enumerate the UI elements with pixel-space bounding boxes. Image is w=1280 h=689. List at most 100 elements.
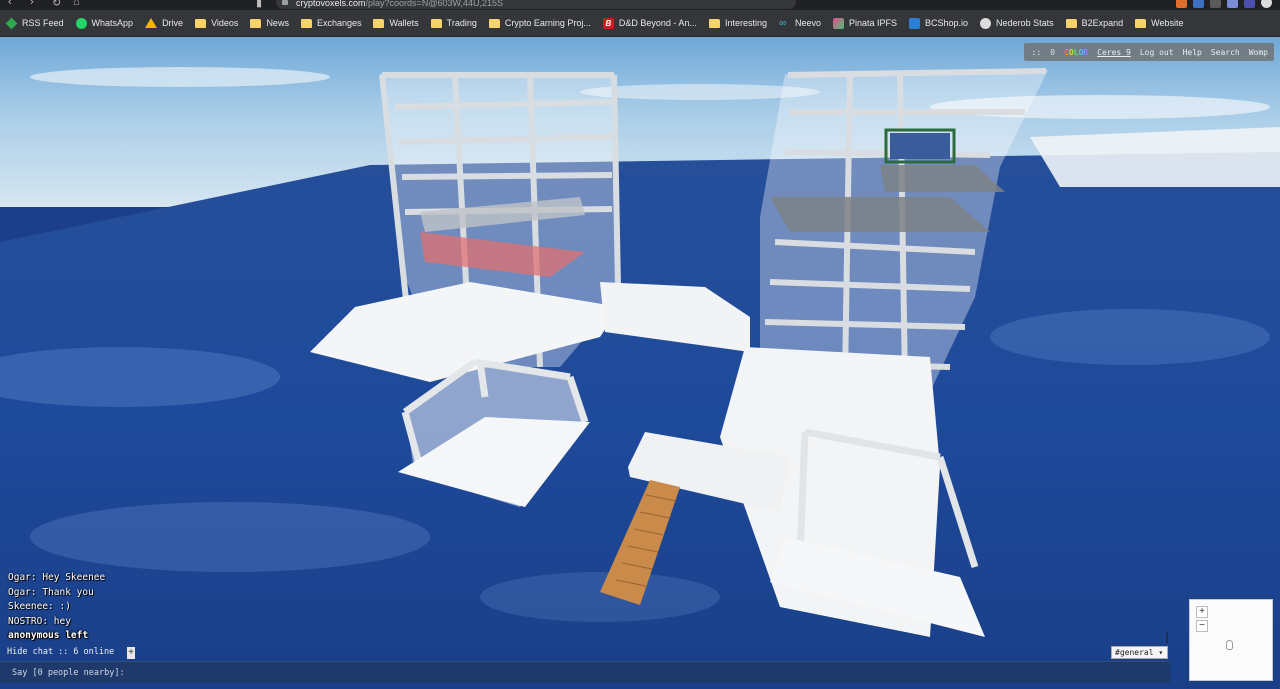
extension-icon[interactable]: [1193, 0, 1204, 8]
drive-icon: [145, 18, 158, 28]
online-count: 6 online: [73, 647, 115, 657]
folder-icon: [250, 18, 262, 28]
bookmark-neevo[interactable]: ∞ Neevo: [773, 10, 827, 36]
bookmark-news[interactable]: News: [244, 10, 295, 36]
chat-message: NOSTRO: hey: [8, 615, 71, 627]
chat-log: Ogar: Hey Skeenee Ogar: Thank you Skeene…: [8, 571, 105, 644]
folder-icon: [708, 18, 720, 28]
cloud: [30, 67, 330, 87]
bookmark-label: Wallets: [389, 18, 419, 28]
url-path: /play?coords=N@603W,44U,215S: [365, 0, 503, 8]
chat-separator: ::: [58, 647, 69, 657]
pinata-icon: [832, 17, 844, 29]
browser-toolbar: ‹ › ↻ ⌂ ▮ cryptovoxels.com/play?coords=N…: [0, 0, 1280, 10]
bookmark-exchanges[interactable]: Exchanges: [295, 10, 368, 36]
bookmark-videos[interactable]: Videos: [189, 10, 244, 36]
channel-select[interactable]: #general ▾: [1111, 646, 1168, 659]
forward-icon[interactable]: ›: [30, 0, 34, 8]
help-link[interactable]: Help: [1183, 48, 1202, 57]
logout-link[interactable]: Log out: [1140, 48, 1174, 57]
extension-icon[interactable]: [1176, 0, 1187, 8]
bookmark-label: Exchanges: [316, 18, 362, 28]
minimap[interactable]: + −: [1189, 599, 1273, 681]
menu-handle[interactable]: ::: [1032, 48, 1042, 57]
monitor-screen: [890, 133, 950, 159]
water-highlight: [990, 309, 1270, 365]
bookmark-wallets[interactable]: Wallets: [367, 10, 424, 36]
bookmark-drive[interactable]: Drive: [139, 10, 189, 36]
channel-value: #general: [1115, 648, 1154, 657]
bookmark-label: D&D Beyond - An...: [618, 18, 697, 28]
search-link[interactable]: Search: [1211, 48, 1240, 57]
bookmark-dnd-beyond[interactable]: B D&D Beyond - An...: [597, 10, 703, 36]
bookmark-pinata[interactable]: Pinata IPFS: [827, 10, 903, 36]
bookmark-nederob-stats[interactable]: Nederob Stats: [974, 10, 1060, 36]
bookmark-whatsapp[interactable]: WhatsApp: [70, 10, 140, 36]
whatsapp-icon: [75, 17, 87, 29]
url-host: cryptovoxels.com: [296, 0, 366, 8]
bookmark-label: Website: [1151, 18, 1184, 28]
bookmark-label: BCShop.io: [925, 18, 969, 28]
chat-controls: Hide chat :: 6 online: [7, 647, 114, 657]
extension-icon[interactable]: [1227, 0, 1238, 8]
bookmark-label: News: [266, 18, 289, 28]
hand-cursor-icon: [1226, 640, 1233, 650]
dnd-icon: B: [602, 17, 614, 29]
lock-icon: [282, 0, 288, 5]
bookmark-label: Pinata IPFS: [848, 18, 898, 28]
bcshop-icon: [909, 17, 921, 29]
bookmark-interesting[interactable]: Interesting: [703, 10, 773, 36]
water-highlight: [30, 502, 430, 572]
bookmark-label: RSS Feed: [22, 18, 64, 28]
horizon-haze: [1030, 127, 1280, 187]
bookmark-website[interactable]: Website: [1129, 10, 1189, 36]
bookmark-label: B2Expand: [1081, 18, 1124, 28]
neevo-icon: ∞: [778, 17, 787, 29]
world-viewport[interactable]: [0, 37, 1280, 689]
bookmark-trading[interactable]: Trading: [425, 10, 483, 36]
folder-icon: [488, 18, 500, 28]
bookmark-label: Drive: [162, 18, 184, 28]
bookmark-rss-feed[interactable]: RSS Feed: [0, 10, 70, 36]
zoom-out-button[interactable]: −: [1196, 620, 1208, 632]
extension-icon[interactable]: [1244, 0, 1255, 8]
folder-icon: [195, 18, 207, 28]
username-link[interactable]: Ceres_9: [1097, 48, 1131, 57]
expand-chat-button[interactable]: +: [127, 647, 135, 659]
extension-icon[interactable]: [1210, 0, 1221, 8]
chat-message: Ogar: Hey Skeenee: [8, 572, 106, 583]
rss-icon: [5, 17, 18, 29]
url-text: cryptovoxels.com/play?coords=N@603W,44U,…: [296, 0, 503, 8]
reload-icon[interactable]: ↻: [52, 0, 61, 9]
folder-icon: [373, 18, 385, 28]
chat-message: Ogar: Thank you: [8, 586, 94, 598]
zoom-in-button[interactable]: +: [1196, 606, 1208, 618]
color-label[interactable]: COLOR: [1064, 48, 1088, 57]
bookmark-label: Trading: [446, 18, 477, 28]
bookmarks-bar: RSS Feed WhatsApp Drive Videos News Exch…: [0, 10, 1280, 37]
womp-link[interactable]: Womp: [1249, 48, 1268, 57]
folder-icon: [1065, 18, 1077, 28]
bookmark-label: Videos: [211, 18, 239, 28]
water-highlight: [480, 572, 720, 622]
bookmark-bcshop[interactable]: BCShop.io: [903, 10, 974, 36]
bookmark-label: WhatsApp: [91, 18, 134, 28]
extension-tray: [1176, 0, 1280, 9]
folder-icon: [430, 18, 442, 28]
coin-count: 0: [1050, 47, 1056, 57]
home-icon[interactable]: ⌂: [73, 0, 80, 8]
chat-message: anonymous left: [8, 630, 89, 642]
chevron-down-icon: ▾: [1158, 648, 1164, 657]
bookmark-label: Nederob Stats: [996, 18, 1054, 28]
bookmark-label: Interesting: [724, 18, 767, 28]
profile-icon[interactable]: [1261, 0, 1272, 8]
chat-input-bar: [0, 661, 1170, 683]
bookmark-label: Neevo: [794, 18, 821, 28]
back-icon[interactable]: ‹: [8, 0, 12, 8]
address-bar[interactable]: cryptovoxels.com/play?coords=N@603W,44U,…: [276, 0, 796, 9]
hide-chat-button[interactable]: Hide chat: [7, 647, 53, 657]
chat-input[interactable]: [10, 665, 1154, 681]
bookmark-icon[interactable]: ▮: [256, 0, 262, 9]
bookmark-crypto-earning[interactable]: Crypto Earning Proj...: [483, 10, 597, 36]
bookmark-b2expand[interactable]: B2Expand: [1060, 10, 1130, 36]
